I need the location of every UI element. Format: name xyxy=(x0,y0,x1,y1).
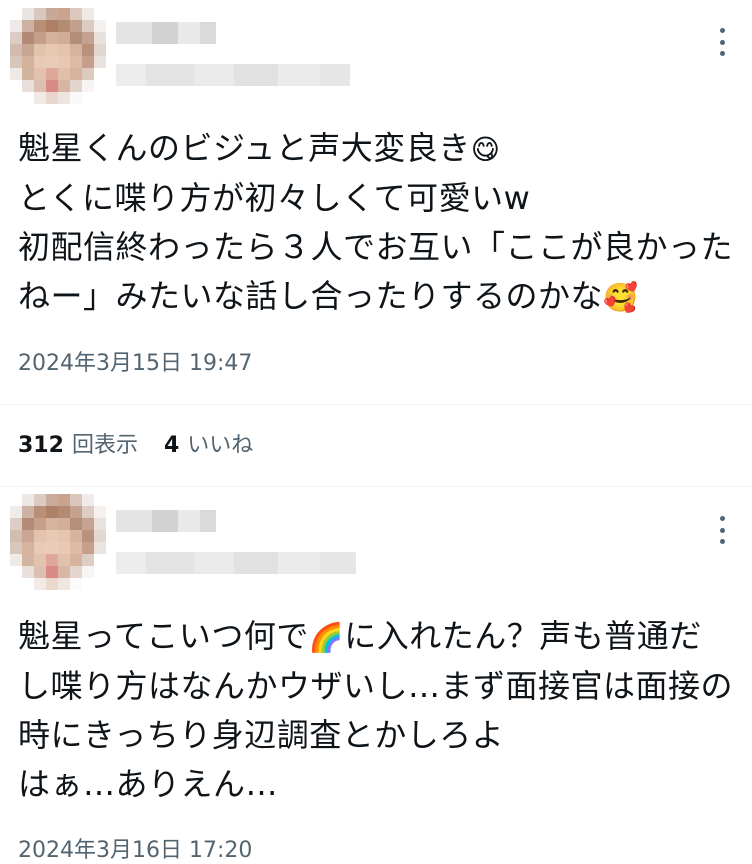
post-text-line1b: に入れたん？声も普通だ xyxy=(344,617,702,655)
more-vertical-icon xyxy=(719,28,725,33)
post-stats: 312 回表示 4 いいね xyxy=(18,427,279,459)
post-text: 魁星くんのビジュと声大変良き😋 とくに喋り方が初々しくて可愛いw 初配信終わった… xyxy=(18,124,738,322)
rainbow-emoji-icon: 🌈 xyxy=(308,621,345,654)
likes-count: 4 xyxy=(163,433,180,458)
views-stat[interactable]: 312 回表示 xyxy=(18,427,138,459)
post-text: 魁星ってこいつ何で🌈に入れたん？声も普通だ し喋り方はなんかウザいし…まず面接官… xyxy=(18,612,738,809)
post-text-line1: 魁星くんのビジュと声大変良き xyxy=(18,129,471,167)
post-text-rest: し喋り方はなんかウザいし…まず面接官は面接の 時にきっちり身辺調査とかしろよ は… xyxy=(18,667,734,803)
post-timestamp[interactable]: 2024年3月15日 19:47 xyxy=(18,345,252,377)
divider xyxy=(0,404,752,405)
likes-stat[interactable]: 4 いいね xyxy=(164,427,253,459)
display-name-redacted[interactable] xyxy=(116,510,216,532)
more-options-button[interactable] xyxy=(714,516,730,544)
views-label: 回表示 xyxy=(71,433,138,458)
post-timestamp[interactable]: 2024年3月16日 17:20 xyxy=(18,832,252,864)
post-separator xyxy=(0,486,752,487)
smiling-hearts-emoji-icon: 🥰 xyxy=(603,281,639,314)
more-options-button[interactable] xyxy=(714,28,730,56)
more-vertical-icon xyxy=(719,516,725,521)
display-name-redacted[interactable] xyxy=(116,22,216,44)
avatar[interactable] xyxy=(10,8,106,104)
avatar[interactable] xyxy=(10,494,106,590)
handle-redacted[interactable] xyxy=(116,64,350,86)
handle-redacted[interactable] xyxy=(116,552,356,574)
views-count: 312 xyxy=(18,433,64,458)
post-text-line1a: 魁星ってこいつ何で xyxy=(18,617,309,655)
yum-emoji-icon: 😋 xyxy=(470,133,501,166)
likes-label: いいね xyxy=(187,433,254,458)
